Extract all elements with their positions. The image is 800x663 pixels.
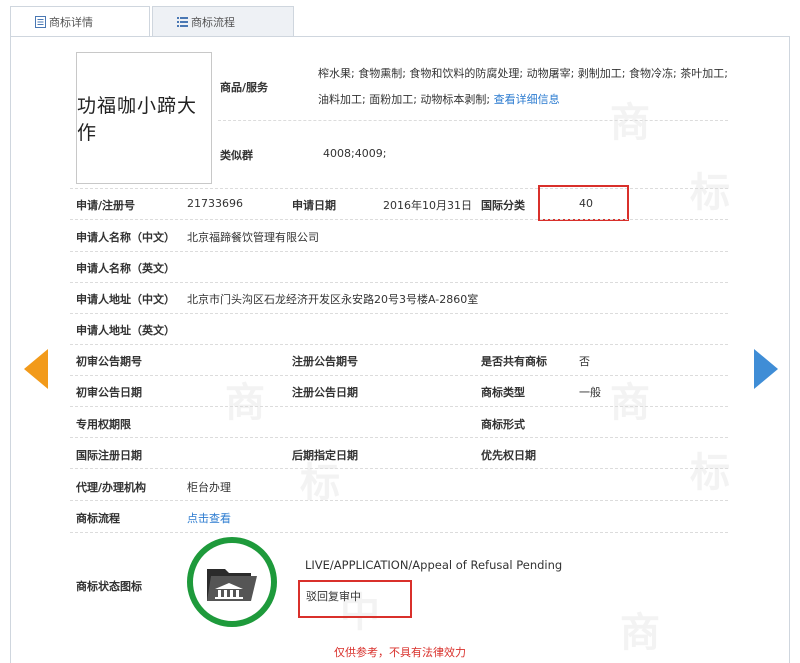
address-en-label: 申请人地址（英文）: [76, 324, 175, 337]
tab-bar: 商标详情 商标流程: [10, 6, 294, 37]
tab-label: 商标详情: [49, 16, 93, 29]
agent-label: 代理/办理机构: [76, 481, 147, 494]
divider: [70, 406, 728, 407]
later-date-label: 后期指定日期: [292, 449, 358, 462]
priority-date-label: 优先权日期: [481, 449, 536, 462]
status-icon-label: 商标状态图标: [76, 580, 142, 593]
watermark-char: 标: [690, 169, 730, 216]
intl-class-label: 国际分类: [481, 199, 525, 212]
reg-no-value: 21733696: [187, 197, 243, 210]
similar-group-label: 类似群: [220, 149, 253, 162]
applicant-cn-label: 申请人名称（中文）: [76, 231, 175, 244]
mark-type-label: 商标类型: [481, 386, 525, 399]
process-view-link[interactable]: 点击查看: [187, 510, 231, 526]
document-icon: [35, 16, 46, 28]
divider: [70, 219, 728, 220]
goods-label: 商品/服务: [220, 81, 269, 94]
trademark-logo: 功福咖小蹄大作: [76, 52, 212, 184]
reg-no-label: 申请/注册号: [76, 199, 136, 212]
divider: [70, 437, 728, 438]
divider: [70, 313, 728, 314]
status-en: LIVE/APPLICATION/Appeal of Refusal Pendi…: [305, 558, 563, 572]
prelim-date-label: 初审公告日期: [76, 386, 142, 399]
app-date-value: 2016年10月31日: [383, 199, 472, 212]
folder-bank-icon: [207, 569, 257, 601]
divider: [70, 344, 728, 345]
divider: [70, 468, 728, 469]
tab-trademark-details[interactable]: 商标详情: [10, 6, 150, 37]
similar-group-value: 4008;4009;: [323, 147, 387, 160]
shared-label: 是否共有商标: [481, 355, 547, 368]
divider: [70, 375, 728, 376]
applicant-en-label: 申请人名称（英文）: [76, 262, 175, 275]
previous-arrow-icon[interactable]: [24, 349, 48, 389]
mark-type-value: 一般: [579, 386, 601, 399]
reg-pub-date-label: 注册公告日期: [292, 386, 358, 399]
next-arrow-icon[interactable]: [754, 349, 778, 389]
mark-form-label: 商标形式: [481, 418, 525, 431]
agent-value: 柜台办理: [187, 481, 231, 494]
list-icon: [177, 17, 188, 27]
divider: [70, 532, 728, 533]
watermark-char: 商: [610, 379, 650, 426]
address-cn-value: 北京市门头沟区石龙经济开发区永安路20号3号楼A-2860室: [187, 293, 479, 306]
status-badge: [187, 537, 277, 627]
intl-reg-date-label: 国际注册日期: [76, 449, 142, 462]
disclaimer: 仅供参考，不具有法律效力: [334, 646, 466, 659]
process-label: 商标流程: [76, 512, 120, 525]
address-cn-label: 申请人地址（中文）: [76, 293, 175, 306]
app-date-label: 申请日期: [292, 199, 336, 212]
watermark-char: 商: [225, 379, 265, 426]
divider: [70, 282, 728, 283]
view-details-link[interactable]: 查看详细信息: [494, 93, 560, 106]
divider: [218, 120, 728, 121]
prelim-no-label: 初审公告期号: [76, 355, 142, 368]
goods-list: 榨水果; 食物熏制; 食物和饮料的防腐处理; 动物屠宰; 剥制加工; 食物冷冻;…: [318, 61, 728, 113]
exclusive-period-label: 专用权期限: [76, 418, 131, 431]
divider: [70, 188, 728, 189]
applicant-cn-value: 北京福蹄餐饮管理有限公司: [187, 231, 319, 244]
watermark-char: 标: [690, 449, 730, 496]
reg-pub-no-label: 注册公告期号: [292, 355, 358, 368]
divider: [70, 251, 728, 252]
shared-value: 否: [579, 355, 590, 368]
divider: [70, 500, 728, 501]
tab-trademark-process[interactable]: 商标流程: [152, 6, 294, 36]
tab-label: 商标流程: [191, 15, 235, 29]
highlight-box: [298, 580, 412, 618]
highlight-box: [538, 185, 629, 221]
